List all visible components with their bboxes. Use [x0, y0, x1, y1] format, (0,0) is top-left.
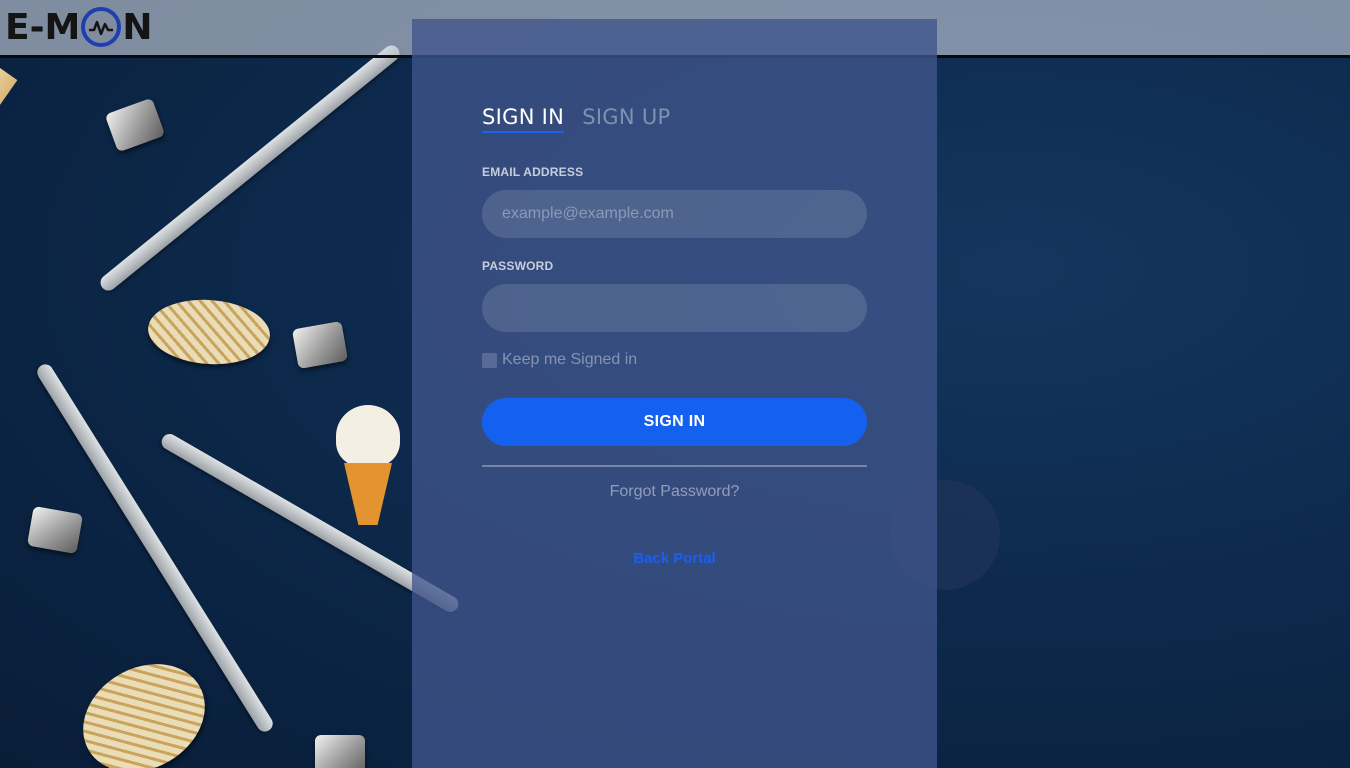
forgot-password-link[interactable]: Forgot Password?: [482, 483, 867, 501]
auth-tabs: SIGN IN SIGN UP: [482, 105, 671, 133]
keep-signed-in[interactable]: Keep me Signed in: [482, 351, 637, 369]
binder-clip-image: [315, 735, 365, 768]
email-field[interactable]: [482, 190, 867, 238]
brand-logo[interactable]: E-M N: [5, 6, 153, 48]
ruler-image: [0, 40, 18, 351]
washi-tape-image: [145, 295, 273, 369]
washi-tape-image: [63, 642, 225, 768]
ice-cream-image: [336, 405, 400, 525]
password-field[interactable]: [482, 284, 867, 332]
pencil-image: [97, 42, 403, 294]
keep-signed-in-checkbox[interactable]: [482, 352, 497, 368]
tab-sign-in[interactable]: SIGN IN: [482, 105, 565, 133]
logo-chart-icon: [81, 7, 122, 47]
tab-sign-up[interactable]: SIGN UP: [582, 105, 670, 133]
keep-signed-in-label[interactable]: Keep me Signed in: [502, 351, 637, 369]
login-panel: SIGN IN SIGN UP EMAIL ADDRESS PASSWORD K…: [412, 19, 937, 768]
email-label: EMAIL ADDRESS: [482, 165, 584, 179]
binder-clip-image: [26, 505, 84, 555]
sign-in-button[interactable]: SIGN IN: [482, 398, 867, 446]
binder-clip-image: [104, 97, 166, 153]
back-portal-link[interactable]: Back Portal: [482, 550, 867, 567]
logo-text-left: E-M: [5, 6, 81, 48]
logo-text-right: N: [122, 6, 153, 48]
binder-clip-image: [291, 320, 349, 370]
divider: [482, 465, 867, 467]
password-label: PASSWORD: [482, 259, 554, 273]
